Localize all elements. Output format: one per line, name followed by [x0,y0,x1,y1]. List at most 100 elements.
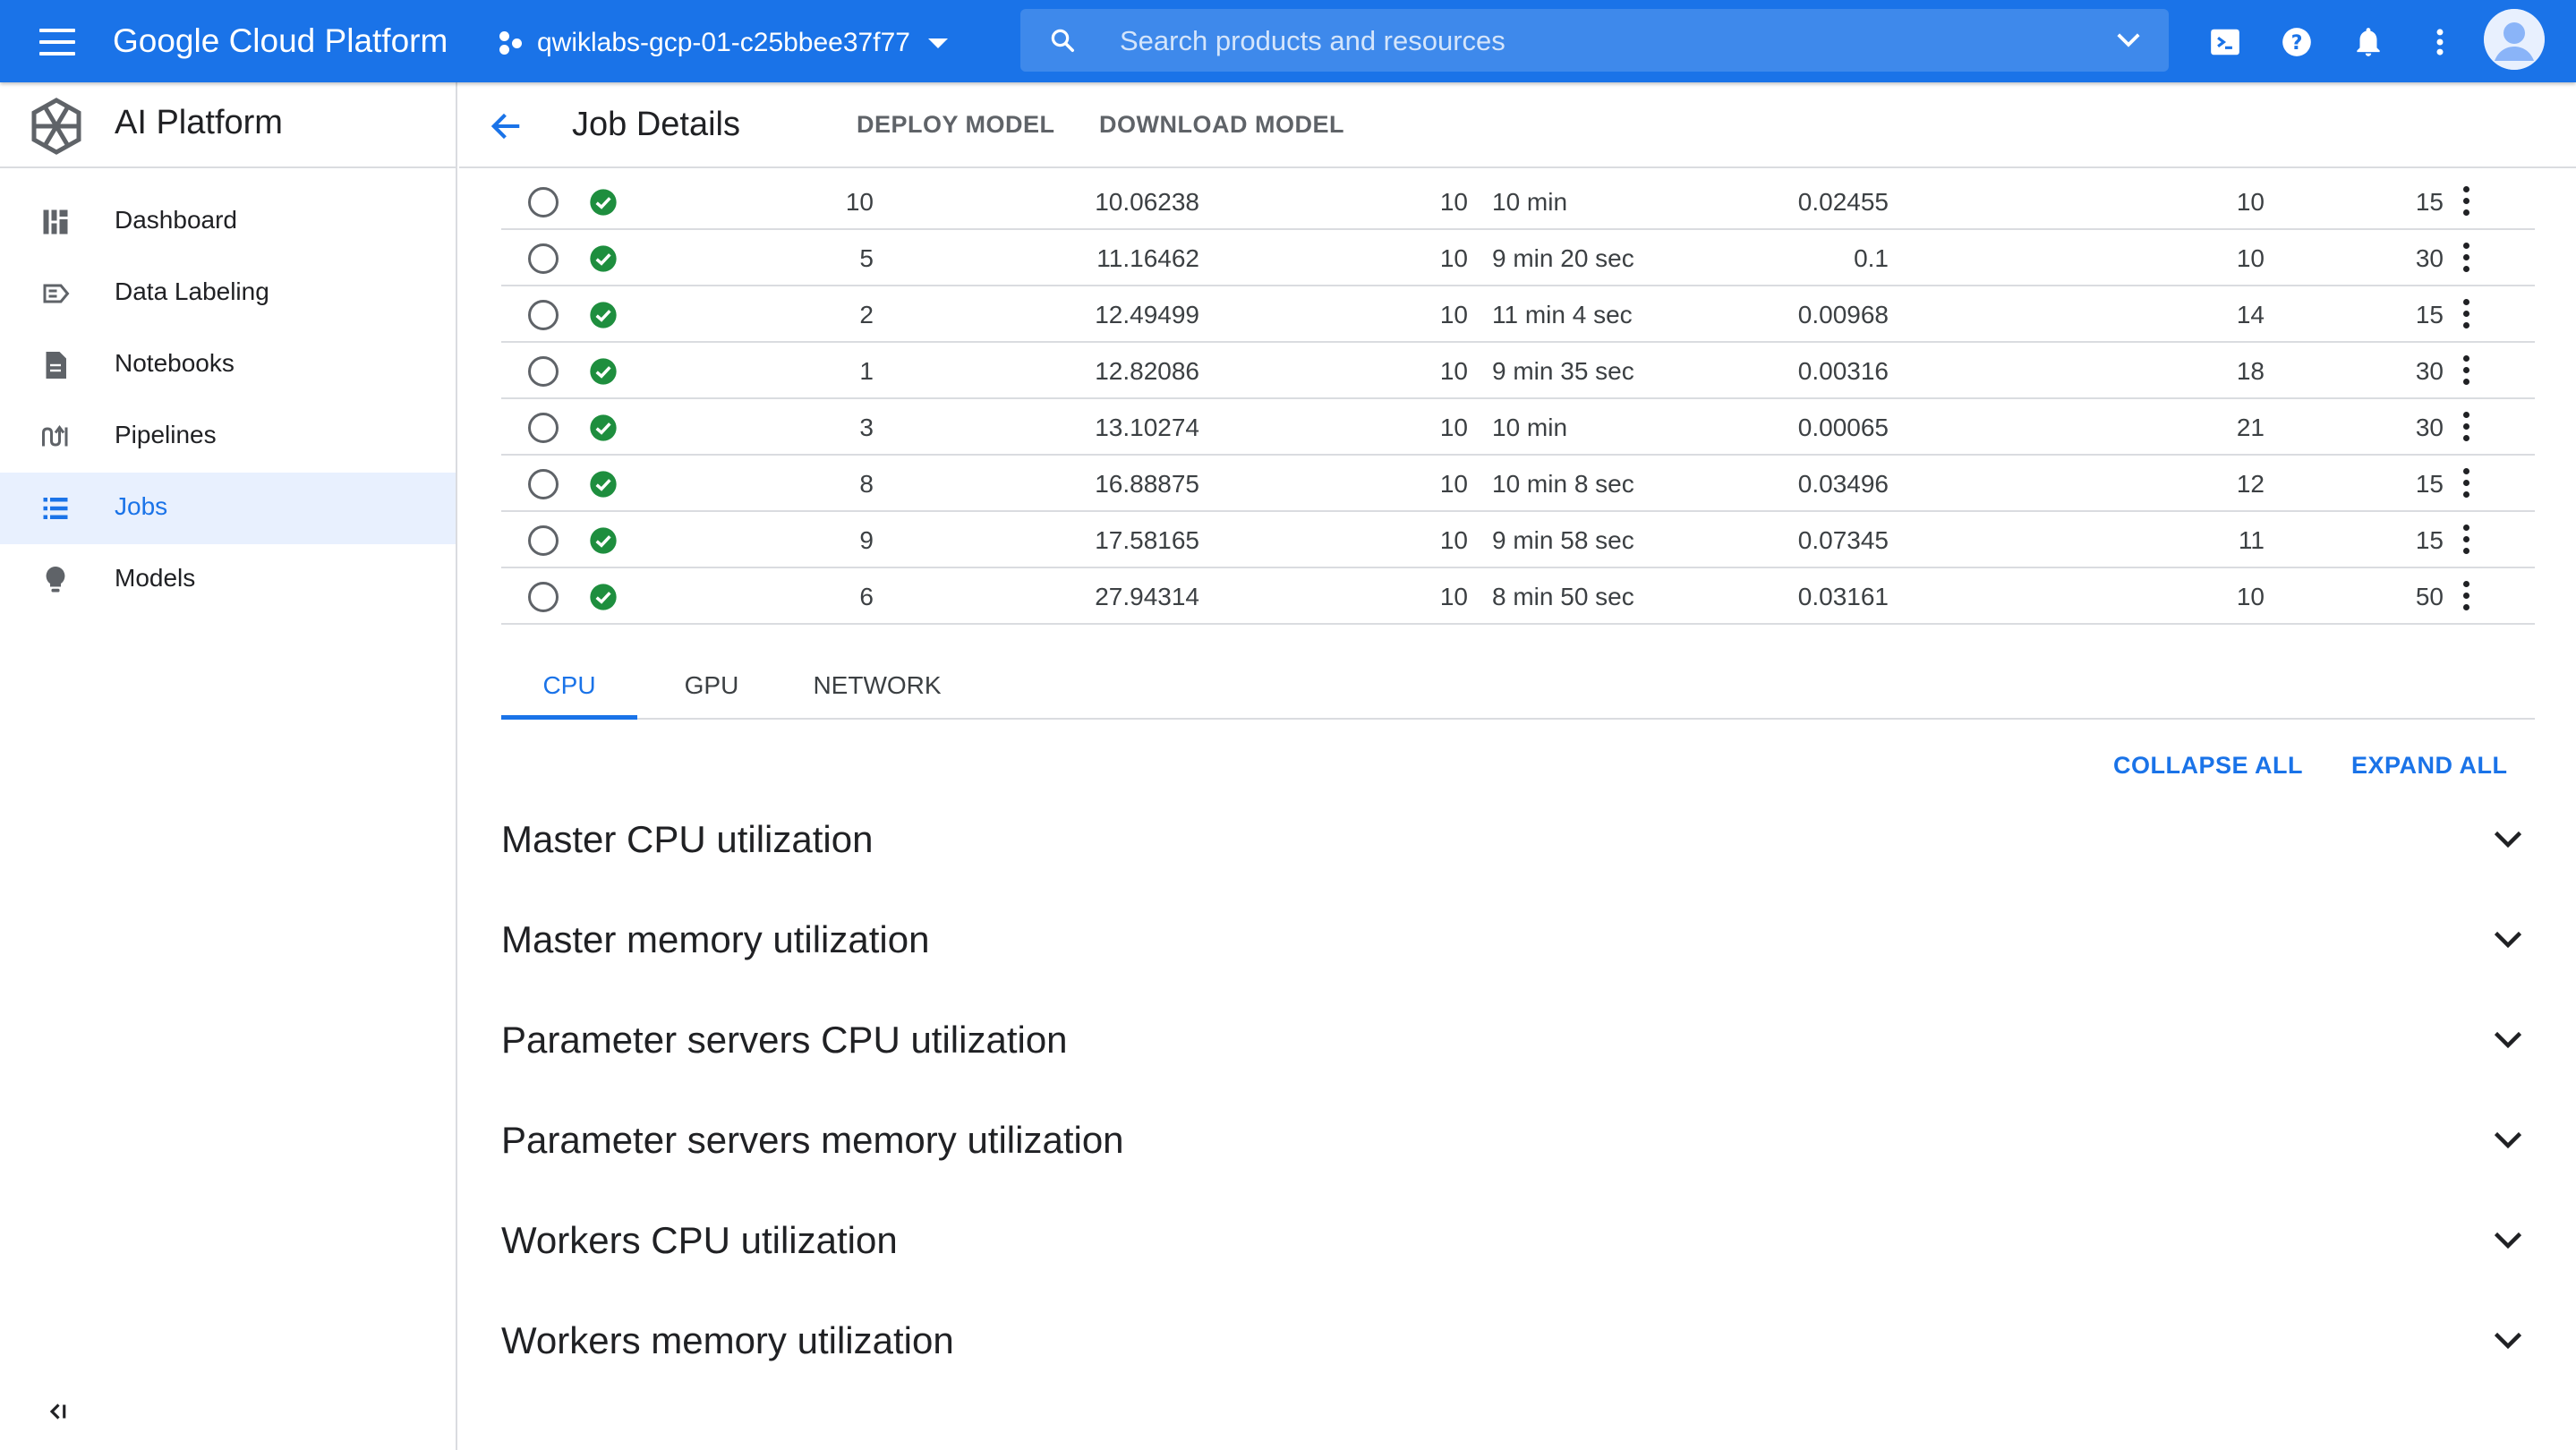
help-icon[interactable]: ? [2280,25,2314,59]
row-radio-button[interactable] [528,582,559,612]
param-cell: 15 [2415,188,2444,216]
nav-list: Dashboard Data Labeling Notebooks Pipeli… [0,186,456,616]
row-radio-button[interactable] [528,187,559,218]
param-cell: 30 [2415,244,2444,272]
row-menu-icon[interactable] [2460,412,2472,444]
section-title: Master memory utilization [501,918,930,960]
download-model-button[interactable]: DOWNLOAD MODEL [1099,111,1344,139]
steps-cell: 10 [1439,301,1468,328]
top-app-bar: Google Cloud Platform qwiklabs-gcp-01-c2… [0,0,2576,82]
search-bar[interactable]: Search products and resources [1020,9,2169,72]
product-header: AI Platform [0,82,456,168]
row-menu-icon[interactable] [2460,186,2472,218]
collapse-all-button[interactable]: COLLAPSE ALL [2113,752,2303,780]
row-menu-icon[interactable] [2460,355,2472,388]
sidebar-item-data-labeling[interactable]: Data Labeling [0,258,456,329]
chevron-down-icon[interactable] [2492,1029,2524,1051]
row-menu-icon[interactable] [2460,581,2472,613]
tab-network[interactable]: NETWORK [788,653,967,718]
more-options-icon[interactable] [2423,25,2457,59]
main-menu-icon[interactable] [39,29,75,55]
svg-text:?: ? [2291,31,2303,55]
caret-down-icon [927,38,948,48]
metric-cell: 11.16462 [1096,244,1199,272]
row-menu-icon[interactable] [2460,299,2472,331]
section-workers-memory[interactable]: Workers memory utilization [501,1292,2535,1393]
section-title: Workers CPU utilization [501,1219,898,1261]
ai-platform-logo-icon [31,98,81,155]
chevron-down-icon[interactable] [2115,30,2142,50]
metric-cell: 12.49499 [1095,301,1199,328]
param-cell: 12 [2236,470,2265,498]
learning-rate-cell: 0.1 [1854,244,1889,272]
chevron-down-icon[interactable] [2492,1130,2524,1151]
param-cell: 30 [2415,414,2444,441]
check-circle-icon [590,414,617,441]
chevron-down-icon[interactable] [2492,1330,2524,1352]
row-radio-button[interactable] [528,300,559,330]
trial-id-cell: 3 [859,414,874,441]
search-input[interactable]: Search products and resources [1120,25,1506,57]
check-circle-icon [590,358,617,385]
row-menu-icon[interactable] [2460,243,2472,275]
chevron-down-icon[interactable] [2492,829,2524,850]
chevron-down-icon[interactable] [2492,929,2524,951]
row-radio-button[interactable] [528,525,559,556]
sidebar-item-models[interactable]: Models [0,544,456,616]
param-cell: 11 [2238,526,2265,554]
section-parameter-servers-memory[interactable]: Parameter servers memory utilization [501,1092,2535,1192]
learning-rate-cell: 0.02455 [1797,188,1889,216]
cloud-shell-icon[interactable] [2208,25,2242,59]
section-title: Master CPU utilization [501,818,874,860]
learning-rate-cell: 0.07345 [1797,526,1889,554]
section-parameter-servers-cpu[interactable]: Parameter servers CPU utilization [501,992,2535,1092]
page-header: Job Details DEPLOY MODEL DOWNLOAD MODEL [459,82,2576,168]
section-master-memory[interactable]: Master memory utilization [501,891,2535,992]
tab-cpu[interactable]: CPU [501,653,637,720]
param-cell: 15 [2415,470,2444,498]
check-circle-icon [590,527,617,554]
sidebar-item-jobs[interactable]: Jobs [0,473,456,544]
expand-all-button[interactable]: EXPAND ALL [2351,752,2508,780]
row-radio-button[interactable] [528,243,559,274]
collapse-sidebar-icon[interactable] [43,1398,70,1425]
data-labeling-icon [43,284,70,303]
check-circle-icon [590,471,617,498]
table-row: 2 12.49499 10 11 min 4 sec 0.00968 14 15 [501,286,2535,343]
back-arrow-icon[interactable] [490,109,524,143]
section-master-cpu[interactable]: Master CPU utilization [501,791,2535,891]
row-radio-button[interactable] [528,469,559,499]
elapsed-time-cell: 9 min 20 sec [1492,244,1634,272]
project-selector[interactable]: qwiklabs-gcp-01-c25bbee37f77 [498,23,948,63]
tab-gpu[interactable]: GPU [662,653,761,718]
notifications-bell-icon[interactable] [2351,25,2385,59]
section-title: Workers memory utilization [501,1319,954,1361]
row-menu-icon[interactable] [2460,468,2472,500]
check-circle-icon [590,302,617,328]
pipelines-icon [42,425,68,447]
elapsed-time-cell: 11 min 4 sec [1492,301,1633,328]
section-workers-cpu[interactable]: Workers CPU utilization [501,1192,2535,1292]
row-radio-button[interactable] [528,413,559,443]
metric-cell: 17.58165 [1095,526,1199,554]
sidebar-item-notebooks[interactable]: Notebooks [0,329,456,401]
sidebar-item-dashboard[interactable]: Dashboard [0,186,456,258]
deploy-model-button[interactable]: DEPLOY MODEL [857,111,1055,139]
learning-rate-cell: 0.03161 [1797,583,1889,610]
row-radio-button[interactable] [528,356,559,387]
row-menu-icon[interactable] [2460,525,2472,557]
sidebar-item-label: Dashboard [115,206,237,234]
trial-id-cell: 6 [859,583,874,610]
sidebar-item-pipelines[interactable]: Pipelines [0,401,456,473]
sidebar-item-label: Jobs [115,492,168,520]
learning-rate-cell: 0.00968 [1797,301,1889,328]
chevron-down-icon[interactable] [2492,1230,2524,1251]
sidebar-item-label: Pipelines [115,421,217,448]
elapsed-time-cell: 10 min [1492,414,1568,441]
metric-cell: 12.82086 [1095,357,1199,385]
param-cell: 30 [2415,357,2444,385]
trial-id-cell: 1 [859,357,874,385]
brand-title[interactable]: Google Cloud Platform [113,18,448,64]
trial-id-cell: 5 [859,244,874,272]
account-avatar[interactable] [2484,9,2545,70]
